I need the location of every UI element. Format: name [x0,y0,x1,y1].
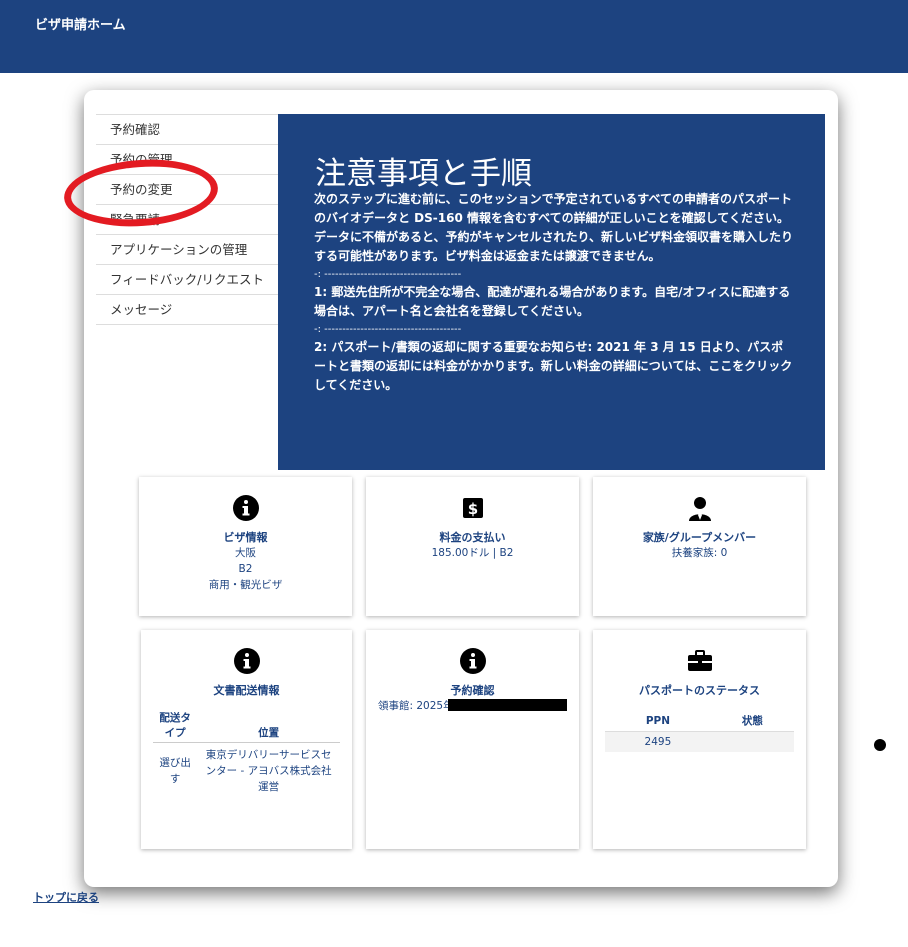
info-icon [232,495,259,521]
family-title: 家族/グループメンバー [642,531,757,544]
dollar-icon: $ [462,498,483,518]
delivery-col-location: 位置 [197,708,340,743]
briefcase-icon [687,650,712,671]
delivery-type-value: 選び出す [159,757,191,785]
notice-paragraph: 次のステップに進む前に、このセッションで予定されているすべての申請者のパスポート… [314,192,794,263]
notice-separator: -: -------------------------------------… [314,324,462,335]
notice-title: 注意事項と手順 [315,156,532,192]
sidebar-item-application-manage[interactable]: アプリケーションの管理 [96,234,278,264]
delivery-col-type: 配送タイプ [153,708,198,743]
passport-col-ppn: PPN [605,710,711,732]
sidebar-item-feedback[interactable]: フィードバック/リクエスト [96,264,278,294]
payment-card: $ 料金の支払い 185.00ドル | B2 [366,477,579,616]
appointment-card: 予約確認 領事館: 2025年 [366,630,579,849]
sidebar-item-messages[interactable]: メッセージ [96,294,278,325]
visa-home-link[interactable]: ビザ申請ホーム [35,14,126,33]
payment-title: 料金の支払い [439,531,506,544]
sidebar-item-appointment-confirm[interactable]: 予約確認 [96,114,278,144]
delivery-card: 文書配送情報 配送タイプ 位置 選び出す 東京デリバリーサービスセンター - ア… [141,630,352,849]
notice-item-1: 1: 郵送先住所が不完全な場合、配達が遅れる場合があります。自宅/オフィスに配達… [314,285,791,318]
notice-panel: 注意事項と手順 次のステップに進む前に、このセッションで予定されているすべての申… [278,114,825,470]
info-icon [233,648,260,674]
delivery-table: 配送タイプ 位置 選び出す 東京デリバリーサービスセンター - アヨバス株式会社… [153,708,340,799]
delivery-location-value: 東京デリバリーサービスセンター - アヨバス株式会社運営 [205,749,332,793]
notice-separator: -: -------------------------------------… [314,269,462,280]
family-card: 家族/グループメンバー 扶養家族: 0 [593,477,806,616]
back-to-top-link[interactable]: トップに戻る [33,889,99,905]
notice-body: 次のステップに進む前に、このセッションで予定されているすべての申請者のパスポート… [314,190,794,395]
visa-info-title: ビザ情報 [223,531,268,544]
passport-card: パスポートのステータス PPN 状態 2495 [593,630,806,849]
visa-info-card: ビザ情報 大阪 B2 商用・観光ビザ [139,477,352,616]
visa-type: 商用・観光ビザ [208,579,283,591]
family-dependents: 扶養家族: 0 [671,547,728,559]
delivery-title: 文書配送情報 [213,684,280,697]
passport-col-status: 状態 [710,710,794,732]
passport-title: パスポートのステータス [639,684,760,697]
table-row: 2495 [605,731,794,752]
redaction-bar [448,699,567,711]
appointment-title: 予約確認 [450,684,495,697]
table-row: 選び出す 東京デリバリーサービスセンター - アヨバス株式会社運営 [153,743,340,800]
passport-status-value [710,731,794,752]
svg-text:$: $ [467,500,477,518]
user-icon [688,497,711,521]
info-icon [459,648,486,674]
payment-amount: 185.00ドル | B2 [431,547,514,559]
visa-city: 大阪 [235,547,256,559]
top-header-bar: ビザ申請ホーム [0,0,908,73]
passport-ppn-value: 2495 [605,731,711,752]
passport-table: PPN 状態 2495 [605,710,794,752]
black-dot-marker [874,739,886,751]
notice-item-2[interactable]: 2: パスポート/書類の返却に関する重要なお知らせ: 2021 年 3 月 15… [314,338,794,395]
visa-class: B2 [238,563,253,575]
